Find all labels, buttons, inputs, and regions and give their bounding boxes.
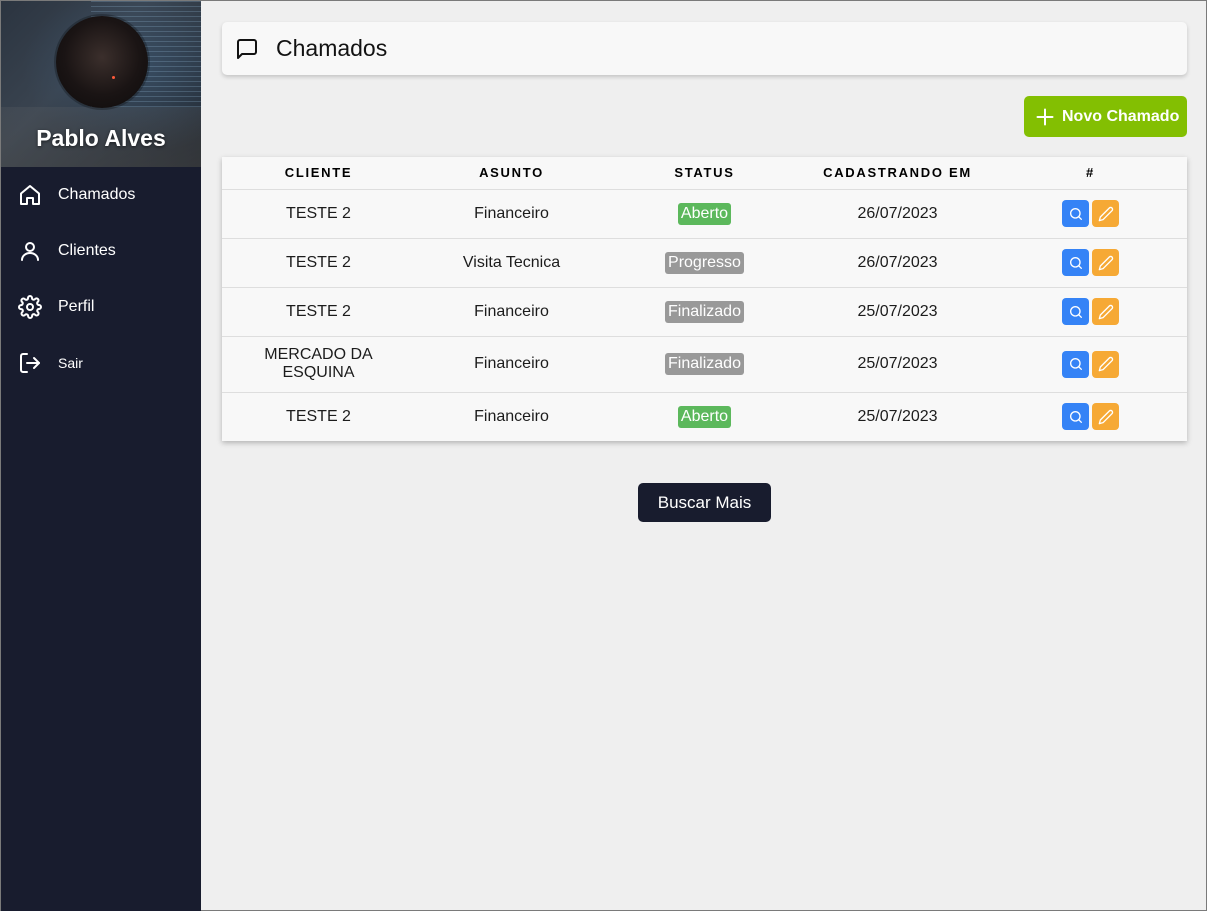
column-header-cliente: CLIENTE [222, 157, 415, 190]
cell-actions [994, 336, 1187, 393]
message-square-icon [237, 38, 257, 59]
view-button[interactable] [1062, 249, 1089, 276]
cell-status: Progresso [608, 238, 801, 288]
tickets-table: CLIENTE ASUNTO STATUS CADASTRANDO EM # T… [222, 157, 1187, 441]
status-badge: Aberto [677, 405, 732, 428]
table-row: TESTE 2 Financeiro Aberto 26/07/2023 [222, 189, 1187, 239]
sidebar-item-perfil[interactable]: Perfil [1, 279, 201, 335]
cell-status: Finalizado [608, 287, 801, 337]
column-header-data: CADASTRANDO EM [801, 157, 994, 190]
cliente-text: TESTE 2 [286, 204, 351, 222]
row-actions [1062, 200, 1119, 227]
search-icon [1069, 305, 1082, 318]
search-icon [1069, 358, 1082, 370]
cell-data: 25/07/2023 [857, 407, 938, 425]
user-name: Pablo Alves [36, 125, 166, 151]
logout-icon [20, 353, 40, 373]
status-badge: Progresso [665, 251, 744, 274]
cell-assunto: Financeiro [415, 336, 608, 393]
cell-data: 26/07/2023 [801, 238, 994, 288]
search-icon [1069, 256, 1082, 269]
cell-actions [994, 392, 1187, 441]
cell-status: Aberto [608, 189, 801, 239]
sidebar-item-label: Clientes [58, 242, 116, 259]
plus-icon [1036, 108, 1054, 125]
edit-button[interactable] [1092, 350, 1119, 378]
sidebar-item-label: Perfil [58, 298, 95, 315]
search-icon [1069, 207, 1082, 220]
view-button[interactable] [1062, 403, 1089, 431]
search-icon [1069, 410, 1082, 423]
cell-cliente: TESTE 2 [222, 238, 415, 288]
status-badge: Aberto [677, 202, 732, 225]
pencil-icon [1098, 206, 1113, 221]
row-actions [1062, 403, 1119, 431]
new-ticket-label: Novo Chamado [1062, 107, 1180, 125]
table-row: TESTE 2 Visita Tecnica Progresso 26/07/2023 [222, 238, 1187, 288]
cell-assunto: Financeiro [474, 407, 549, 425]
row-actions [1062, 249, 1119, 276]
sidebar: Pablo Alves Chamados Clientes Perfil Sai… [1, 1, 201, 911]
edit-button[interactable] [1092, 298, 1119, 325]
avatar [56, 16, 148, 108]
cell-actions [994, 238, 1187, 288]
view-button[interactable] [1062, 350, 1089, 378]
sidebar-item-label: Sair [58, 355, 83, 371]
table-row: TESTE 2 Financeiro Aberto 25/07/2023 [222, 392, 1187, 441]
cell-status: Aberto [608, 392, 801, 441]
column-header-actions: # [994, 157, 1187, 190]
cliente-text: TESTE 2 [286, 253, 351, 271]
edit-button[interactable] [1092, 403, 1119, 431]
page-header: Chamados [222, 22, 1187, 75]
pencil-icon [1098, 304, 1113, 319]
sidebar-item-chamados[interactable]: Chamados [1, 167, 201, 223]
cell-cliente: TESTE 2 [222, 189, 415, 239]
row-actions [1062, 350, 1119, 378]
view-button[interactable] [1062, 298, 1089, 325]
cell-cliente: TESTE 2 [222, 287, 415, 337]
edit-button[interactable] [1092, 249, 1119, 276]
cell-cliente: MERCADO DA ESQUINA [222, 336, 415, 393]
cliente-text: TESTE 2 [286, 302, 351, 320]
row-actions [1062, 298, 1119, 325]
load-more-button[interactable]: Buscar Mais [638, 483, 771, 522]
view-button[interactable] [1062, 200, 1089, 227]
status-badge: Finalizado [665, 353, 744, 375]
page-title: Chamados [276, 35, 388, 61]
table-row: MERCADO DA ESQUINA Financeiro Finalizado 25… [222, 336, 1187, 393]
table-body: TESTE 2 Financeiro Aberto 26/07/2023 TESTE 2… [222, 189, 1187, 441]
table-header-row: CLIENTE ASUNTO STATUS CADASTRANDO EM # [222, 157, 1187, 190]
cell-data: 25/07/2023 [801, 287, 994, 337]
cell-data: 25/07/2023 [801, 336, 994, 393]
table-row: TESTE 2 Financeiro Finalizado 25/07/2023 [222, 287, 1187, 337]
home-icon [20, 185, 40, 205]
new-ticket-button[interactable]: Novo Chamado [1024, 96, 1187, 137]
sidebar-item-label: Chamados [58, 186, 136, 203]
pencil-icon [1098, 409, 1113, 425]
profile-banner: Pablo Alves [1, 1, 201, 167]
cell-data: 26/07/2023 [801, 189, 994, 239]
sidebar-nav: Chamados Clientes Perfil Sair [1, 167, 201, 391]
status-badge: Finalizado [665, 300, 744, 323]
cliente-text: MERCADO DA ESQUINA [264, 346, 373, 381]
column-header-status: STATUS [608, 157, 801, 190]
gear-icon [18, 295, 42, 319]
edit-button[interactable] [1092, 200, 1119, 227]
cell-assunto: Financeiro [415, 287, 608, 337]
pencil-icon [1098, 356, 1113, 372]
cell-status: Finalizado [608, 336, 801, 393]
cell-actions [994, 189, 1187, 239]
cliente-text: TESTE 2 [286, 407, 351, 425]
cell-cliente: TESTE 2 [222, 392, 415, 441]
pencil-icon [1098, 255, 1113, 270]
sidebar-item-clientes[interactable]: Clientes [1, 223, 201, 279]
cell-actions [994, 287, 1187, 337]
tickets-table-card: CLIENTE ASUNTO STATUS CADASTRANDO EM # T… [222, 157, 1187, 441]
cell-assunto: Financeiro [415, 189, 608, 239]
cell-assunto: Visita Tecnica [415, 238, 608, 288]
sidebar-item-sair[interactable]: Sair [1, 335, 201, 391]
column-header-assunto: ASUNTO [415, 157, 608, 190]
user-icon [21, 242, 39, 261]
